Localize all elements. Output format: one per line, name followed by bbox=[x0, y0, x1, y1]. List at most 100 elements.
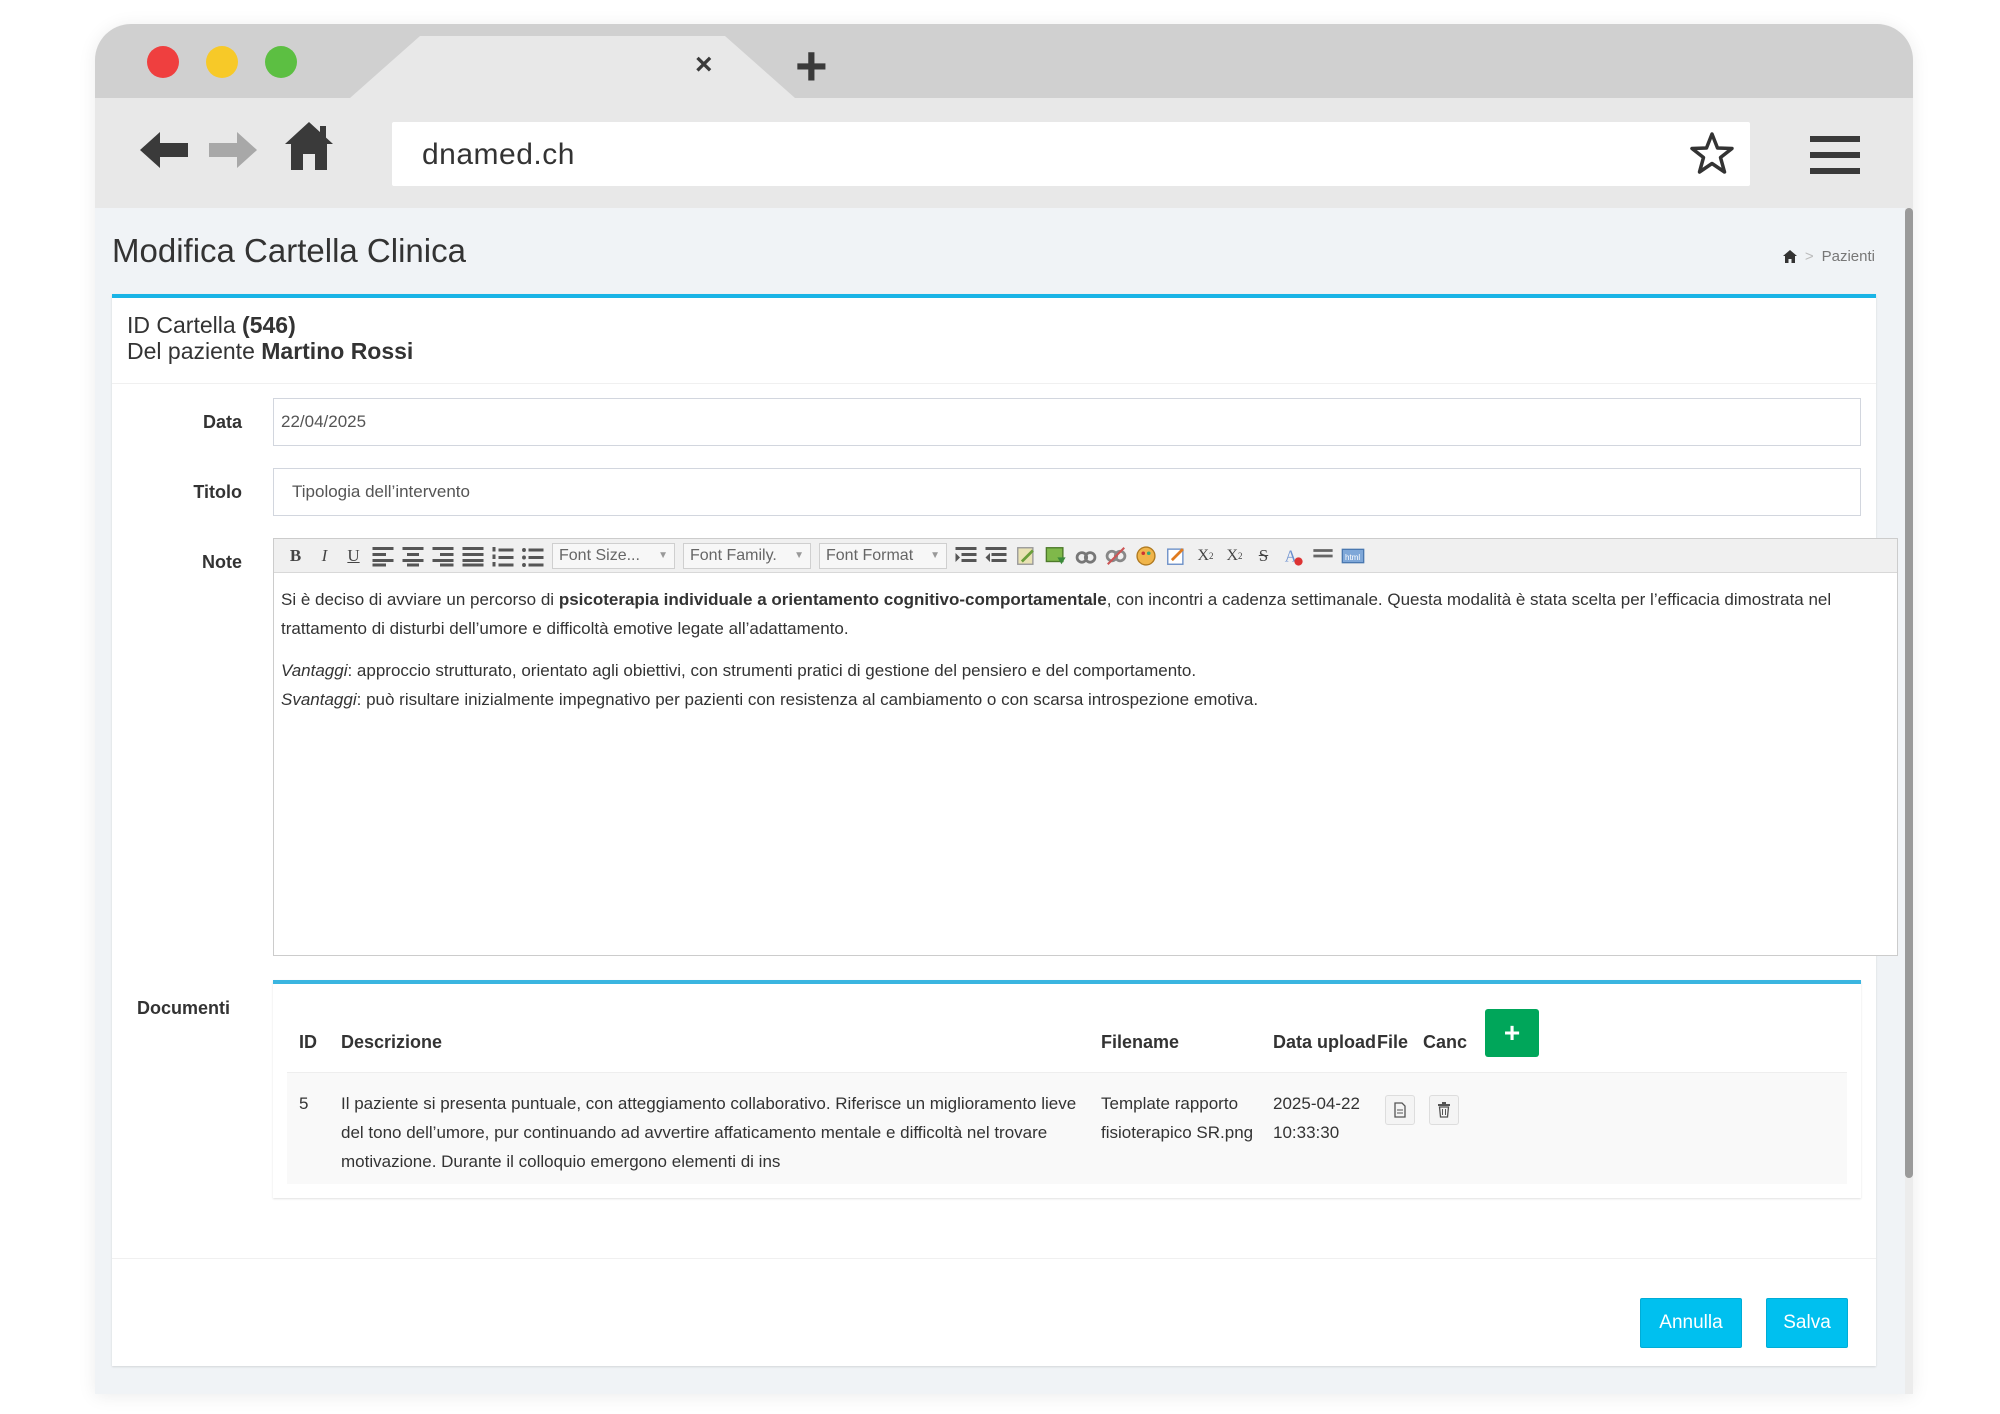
cancel-button[interactable]: Annulla bbox=[1640, 1298, 1742, 1348]
save-button[interactable]: Salva bbox=[1766, 1298, 1848, 1348]
patient-name: Martino Rossi bbox=[261, 338, 414, 364]
note-paragraph-1: Si è deciso di avviare un percorso di ps… bbox=[281, 585, 1881, 643]
header-file: File bbox=[1377, 1032, 1409, 1052]
strikethrough-button[interactable]: S bbox=[1250, 543, 1277, 569]
svantaggi-text: : può risultare inizialmente impegnativo… bbox=[356, 690, 1259, 709]
bookmark-star-icon[interactable] bbox=[1688, 130, 1736, 178]
documents-table: ID Descrizione Filename Data upload File… bbox=[273, 980, 1861, 1198]
box-footer-divider bbox=[112, 1258, 1876, 1259]
note-text-bold: psicoterapia individuale a orientamento … bbox=[558, 590, 1107, 609]
patient-line: Del paziente Martino Rossi bbox=[127, 338, 413, 365]
maximize-window-button[interactable] bbox=[265, 46, 297, 78]
record-form-box: ID Cartella (546) Del paziente Martino R… bbox=[112, 294, 1898, 1366]
titolo-label: Titolo bbox=[193, 482, 242, 502]
align-center-icon[interactable] bbox=[401, 545, 425, 567]
row-descrizione: Il paziente si presenta puntuale, con at… bbox=[341, 1094, 1077, 1171]
font-format-select[interactable]: Font Format ▼ bbox=[819, 542, 947, 569]
svantaggi-label: Svantaggi bbox=[281, 690, 357, 709]
font-size-select[interactable]: Font Size... ▼ bbox=[552, 542, 675, 569]
indent-icon[interactable] bbox=[984, 545, 1008, 567]
page-scrollbar[interactable] bbox=[1905, 208, 1913, 1394]
insert-link-icon[interactable] bbox=[1074, 545, 1098, 567]
record-id-line: ID Cartella (546) bbox=[127, 312, 296, 339]
note-text-start: Si è deciso di avviare un percorso di bbox=[281, 590, 559, 609]
documenti-label: Documenti bbox=[136, 998, 230, 1018]
font-format-value: Font Format bbox=[826, 546, 914, 564]
home-breadcrumb-icon[interactable] bbox=[1782, 250, 1797, 263]
editor-content[interactable]: Si è deciso di avviare un percorso di ps… bbox=[281, 585, 1881, 714]
align-left-icon[interactable] bbox=[371, 545, 395, 567]
align-right-icon[interactable] bbox=[431, 545, 455, 567]
header-filename: Filename bbox=[1101, 1032, 1180, 1052]
underline-button[interactable]: U bbox=[340, 543, 367, 569]
note-label: Note bbox=[202, 552, 242, 572]
browser-window: × + dnamed.ch Modifica Cartella Clinica bbox=[95, 24, 1913, 1394]
record-id-value: (546) bbox=[242, 312, 296, 338]
browser-tab[interactable] bbox=[350, 36, 795, 98]
subscript-button[interactable]: X2 bbox=[1192, 543, 1219, 569]
ordered-list-icon[interactable] bbox=[491, 545, 515, 567]
font-size-value: Font Size... bbox=[559, 546, 640, 564]
row-time: 10:33:30 bbox=[1273, 1123, 1340, 1142]
close-window-button[interactable] bbox=[147, 46, 179, 78]
breadcrumb: > Pazienti bbox=[1782, 248, 1875, 265]
editor-toolbar: B I U Font Size... ▼ Font Family. ▼ Font F… bbox=[274, 539, 1897, 573]
minimize-window-button[interactable] bbox=[206, 46, 238, 78]
table-row: 5 Il paziente si presenta puntuale, con … bbox=[287, 1072, 1847, 1184]
view-file-button[interactable] bbox=[1385, 1095, 1415, 1125]
trash-icon bbox=[1438, 1102, 1450, 1118]
header-descrizione: Descrizione bbox=[341, 1032, 443, 1052]
url-text: dnamed.ch bbox=[422, 138, 575, 171]
record-header: ID Cartella (546) Del paziente Martino R… bbox=[112, 298, 1876, 384]
remove-format-icon[interactable]: A bbox=[1281, 545, 1305, 567]
data-input[interactable]: 22/04/2025 bbox=[273, 398, 1861, 446]
home-icon[interactable] bbox=[285, 120, 333, 172]
address-bar[interactable]: dnamed.ch bbox=[392, 122, 1750, 186]
font-family-value: Font Family. bbox=[690, 546, 777, 564]
page-title: Modifica Cartella Clinica bbox=[112, 232, 466, 269]
outdent-icon[interactable] bbox=[954, 545, 978, 567]
row-date: 2025-04-22 bbox=[1273, 1094, 1360, 1113]
titolo-input[interactable]: Tipologia dell’intervento bbox=[273, 468, 1861, 516]
forward-arrow-icon[interactable] bbox=[207, 130, 257, 170]
note-vantaggi-line: Vantaggi: approccio strutturato, orienta… bbox=[281, 656, 1881, 685]
superscript-button[interactable]: X2 bbox=[1221, 543, 1248, 569]
unlink-icon[interactable] bbox=[1104, 545, 1128, 567]
hamburger-menu-icon[interactable] bbox=[1810, 136, 1860, 174]
record-id-label: ID Cartella bbox=[127, 312, 236, 338]
text-color-icon[interactable] bbox=[1134, 545, 1158, 567]
add-document-button[interactable]: + bbox=[1485, 1009, 1539, 1057]
align-justify-icon[interactable] bbox=[461, 545, 485, 567]
breadcrumb-pazienti[interactable]: Pazienti bbox=[1822, 248, 1875, 265]
horizontal-rule-icon[interactable] bbox=[1311, 545, 1335, 567]
patient-label: Del paziente bbox=[127, 338, 255, 364]
note-svantaggi-line: Svantaggi: può risultare inizialmente im… bbox=[281, 685, 1881, 714]
rich-text-editor: B I U Font Size... ▼ Font Family. ▼ Font F… bbox=[273, 538, 1898, 956]
svg-text:html: html bbox=[1345, 553, 1360, 562]
tab-bar: × + bbox=[95, 24, 1913, 98]
scrollbar-thumb[interactable] bbox=[1905, 208, 1913, 1178]
insert-image-icon[interactable] bbox=[1044, 545, 1068, 567]
breadcrumb-separator: > bbox=[1804, 248, 1814, 265]
header-data-upload: Data upload bbox=[1273, 1032, 1377, 1052]
browser-toolbar: dnamed.ch bbox=[95, 98, 1913, 208]
vantaggi-label: Vantaggi bbox=[281, 661, 348, 680]
header-canc: Canc bbox=[1423, 1032, 1468, 1052]
page-content: Modifica Cartella Clinica > Pazienti ID … bbox=[95, 208, 1905, 1394]
file-icon bbox=[1394, 1102, 1406, 1118]
row-data-upload: 2025-04-22 10:33:30 bbox=[1273, 1089, 1373, 1147]
unordered-list-icon[interactable] bbox=[521, 545, 545, 567]
back-arrow-icon[interactable] bbox=[140, 130, 190, 170]
new-tab-icon[interactable]: + bbox=[795, 38, 828, 94]
row-id: 5 bbox=[299, 1094, 309, 1113]
italic-button[interactable]: I bbox=[311, 543, 338, 569]
source-code-icon[interactable]: html bbox=[1341, 545, 1365, 567]
delete-document-button[interactable] bbox=[1429, 1095, 1459, 1125]
font-family-select[interactable]: Font Family. ▼ bbox=[683, 542, 811, 569]
data-label: Data bbox=[202, 412, 242, 432]
bold-button[interactable]: B bbox=[282, 543, 309, 569]
edit-html-icon[interactable] bbox=[1014, 545, 1038, 567]
close-tab-icon[interactable]: × bbox=[695, 50, 713, 80]
highlight-icon[interactable] bbox=[1164, 545, 1188, 567]
row-filename: Template rapporto fisioterapico SR.png bbox=[1101, 1094, 1254, 1142]
